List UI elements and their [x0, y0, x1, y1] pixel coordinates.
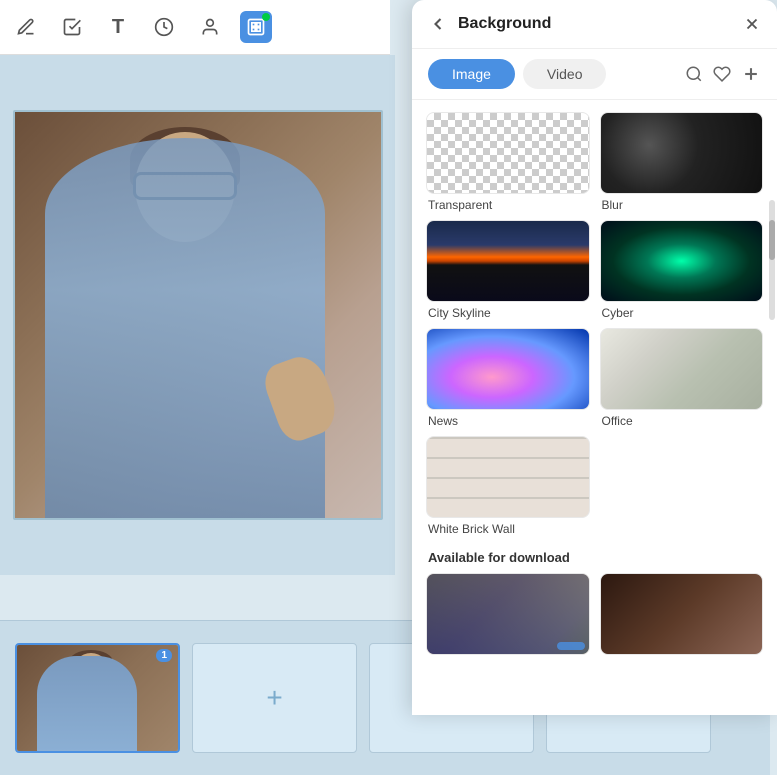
add-bg-btn[interactable]	[741, 64, 761, 84]
panel-grid: Transparent Blur City Skyline Cyber News	[412, 100, 777, 715]
scrollbar-thumb	[769, 220, 775, 260]
bg-item-cyber: Cyber	[600, 220, 764, 320]
bg-label-transparent: Transparent	[426, 198, 590, 212]
canvas-area	[0, 55, 395, 575]
bg-item-dl2	[600, 573, 764, 655]
bg-item-empty	[600, 436, 764, 536]
person-tool-btn[interactable]	[194, 11, 226, 43]
panel-back-btn[interactable]	[428, 14, 448, 34]
bg-thumb-cyber[interactable]	[600, 220, 764, 302]
panel-header: Background	[412, 0, 777, 49]
toolbar: T	[0, 0, 390, 55]
bg-item-city: City Skyline	[426, 220, 590, 320]
add-slide-btn[interactable]: +	[192, 643, 357, 753]
bg-row-2: City Skyline Cyber	[426, 220, 763, 320]
bg-row-download	[426, 573, 763, 655]
search-btn[interactable]	[685, 65, 703, 83]
slide-number-badge: 1	[156, 649, 172, 662]
scrollbar-track[interactable]	[769, 200, 775, 320]
bg-thumb-dl1[interactable]	[426, 573, 590, 655]
bg-label-city: City Skyline	[426, 306, 590, 320]
add-icon: +	[266, 682, 282, 714]
bg-label-news: News	[426, 414, 590, 428]
pen-tool-btn[interactable]	[10, 11, 42, 43]
bg-thumb-city[interactable]	[426, 220, 590, 302]
bg-item-transparent: Transparent	[426, 112, 590, 212]
bg-label-cyber: Cyber	[600, 306, 764, 320]
bg-thumb-transparent[interactable]	[426, 112, 590, 194]
bg-item-office: Office	[600, 328, 764, 428]
bg-thumb-whitebrick[interactable]	[426, 436, 590, 518]
timer-tool-btn[interactable]	[148, 11, 180, 43]
tab-image[interactable]: Image	[428, 59, 515, 89]
bg-row-4: White Brick Wall	[426, 436, 763, 536]
bg-item-news: News	[426, 328, 590, 428]
bg-item-whitebrick: White Brick Wall	[426, 436, 590, 536]
panel-close-btn[interactable]	[743, 15, 761, 33]
background-tool-btn[interactable]	[240, 11, 272, 43]
bg-item-dl1	[426, 573, 590, 655]
bg-item-blur: Blur	[600, 112, 764, 212]
canvas-image	[13, 110, 383, 520]
magic-tool-btn[interactable]	[56, 11, 88, 43]
bg-label-blur: Blur	[600, 198, 764, 212]
slide-thumbnail-1[interactable]: 1	[15, 643, 180, 753]
bg-thumb-dl2[interactable]	[600, 573, 764, 655]
bg-row-3: News Office	[426, 328, 763, 428]
bg-row-1: Transparent Blur	[426, 112, 763, 212]
bg-label-whitebrick: White Brick Wall	[426, 522, 590, 536]
bg-thumb-office[interactable]	[600, 328, 764, 410]
tab-icons	[685, 64, 761, 84]
available-section-label: Available for download	[426, 544, 763, 573]
tab-video[interactable]: Video	[523, 59, 607, 89]
panel-title: Background	[458, 15, 743, 33]
bg-label-office: Office	[600, 414, 764, 428]
text-tool-btn[interactable]: T	[102, 11, 134, 43]
thumb-body	[37, 656, 137, 751]
person-body	[45, 138, 325, 518]
background-panel: Background Image Video	[412, 0, 777, 715]
bg-thumb-news[interactable]	[426, 328, 590, 410]
bg-thumb-blur[interactable]	[600, 112, 764, 194]
panel-tabs: Image Video	[412, 49, 777, 100]
favorites-btn[interactable]	[713, 65, 731, 83]
